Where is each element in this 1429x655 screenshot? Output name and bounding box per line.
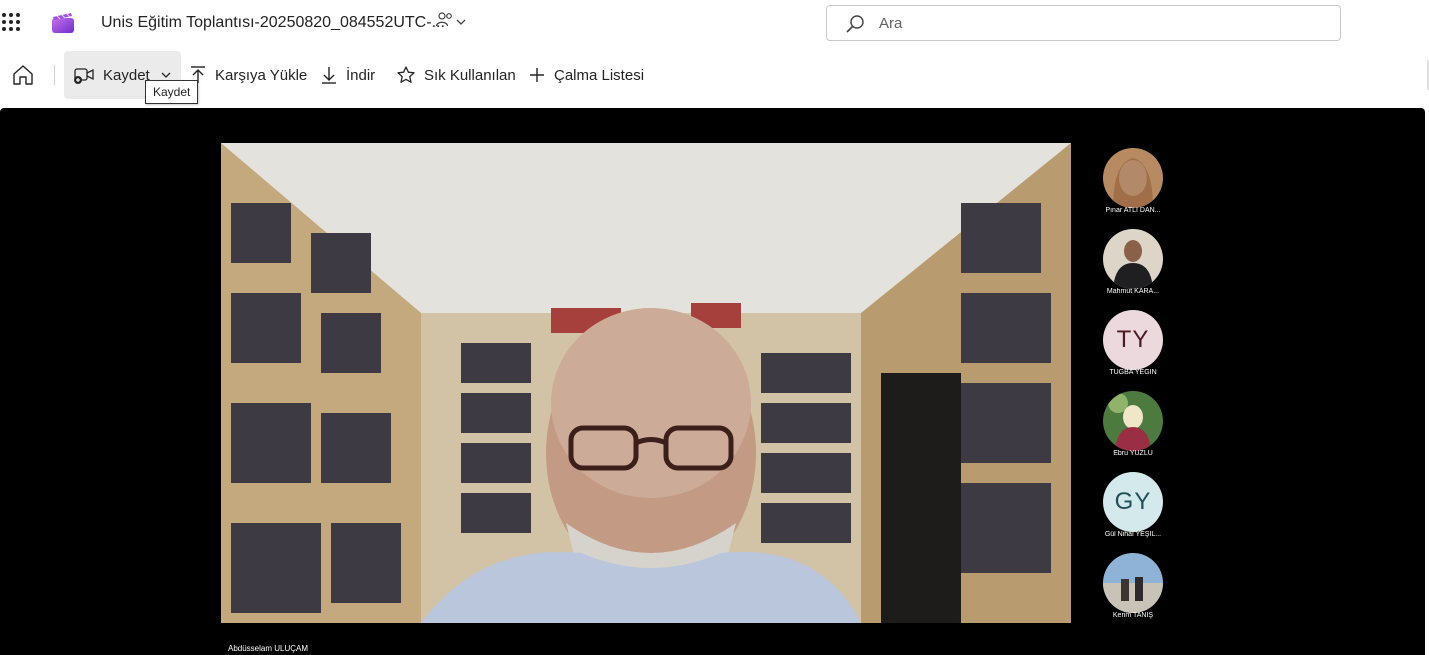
participant-initials: TY (1103, 310, 1163, 370)
home-icon (13, 65, 33, 85)
favorites-label: Sık Kullanılan (424, 66, 516, 84)
tooltip: Kaydet (145, 80, 199, 104)
participant-tile: GY Gül Nihal YEŞİL... (1093, 472, 1173, 552)
participant-name: Pınar ATLI DAN... (1105, 207, 1161, 214)
participant-tile: Kerim TANIŞ (1093, 553, 1173, 633)
app-launcher-icon[interactable] (2, 13, 20, 31)
playlist-label: Çalma Listesi (554, 66, 645, 84)
participant-tile: Ebru YÜZLÜ (1093, 391, 1173, 471)
search-input[interactable] (879, 12, 1319, 34)
participant-tile: TY TUĞBA YEGİN (1093, 310, 1173, 390)
search-icon (846, 15, 864, 33)
participant-avatar (1103, 553, 1163, 613)
share-people-icon[interactable] (435, 11, 469, 31)
participant-avatar (1103, 148, 1163, 208)
participant-name: TUĞBA YEGİN (1109, 369, 1157, 376)
favorites-button[interactable]: Sık Kullanılan (396, 51, 516, 99)
star-icon (397, 66, 415, 83)
participant-name: Gül Nihal YEŞİL... (1104, 531, 1162, 538)
home-button[interactable] (11, 51, 43, 99)
record-video-icon (74, 68, 94, 84)
participant-name: Ebru YÜZLÜ (1113, 450, 1153, 457)
stream-logo-icon[interactable] (51, 11, 75, 35)
participant-avatar (1103, 391, 1163, 451)
participant-avatar (1103, 229, 1163, 289)
speaker-name: Abdüsselam ULUÇAM (228, 644, 309, 653)
toolbar-divider (54, 65, 55, 85)
download-button[interactable]: İndir (320, 51, 375, 99)
participant-name: Kerim TANIŞ (1112, 612, 1154, 619)
participant-initials: GY (1103, 472, 1163, 532)
plus-icon (530, 68, 544, 82)
upload-label: Karşıya Yükle (215, 66, 308, 84)
search-box[interactable] (826, 5, 1341, 41)
save-label: Kaydet (103, 66, 150, 84)
playlist-button[interactable]: Çalma Listesi (528, 51, 644, 99)
toolbar: Kaydet Karşıya Yükle İndir Sık Kullanıla… (0, 51, 1429, 99)
page-title: Unis Eğitim Toplantısı-20250820_084552UT… (101, 14, 445, 31)
top-bar: Unis Eğitim Toplantısı-20250820_084552UT… (0, 0, 1429, 48)
download-label: İndir (346, 66, 376, 84)
download-icon (322, 67, 336, 84)
participant-tile: Pınar ATLI DAN... (1093, 148, 1173, 228)
main-speaker-video[interactable] (221, 143, 1071, 623)
participant-name: Mahmut KARA... (1106, 288, 1160, 295)
video-player[interactable]: Abdüsselam ULUÇAM Pınar ATLI DAN... Mahm… (0, 108, 1425, 655)
upload-button[interactable]: Karşıya Yükle (189, 51, 307, 99)
participant-tile: Mahmut KARA... (1093, 229, 1173, 309)
